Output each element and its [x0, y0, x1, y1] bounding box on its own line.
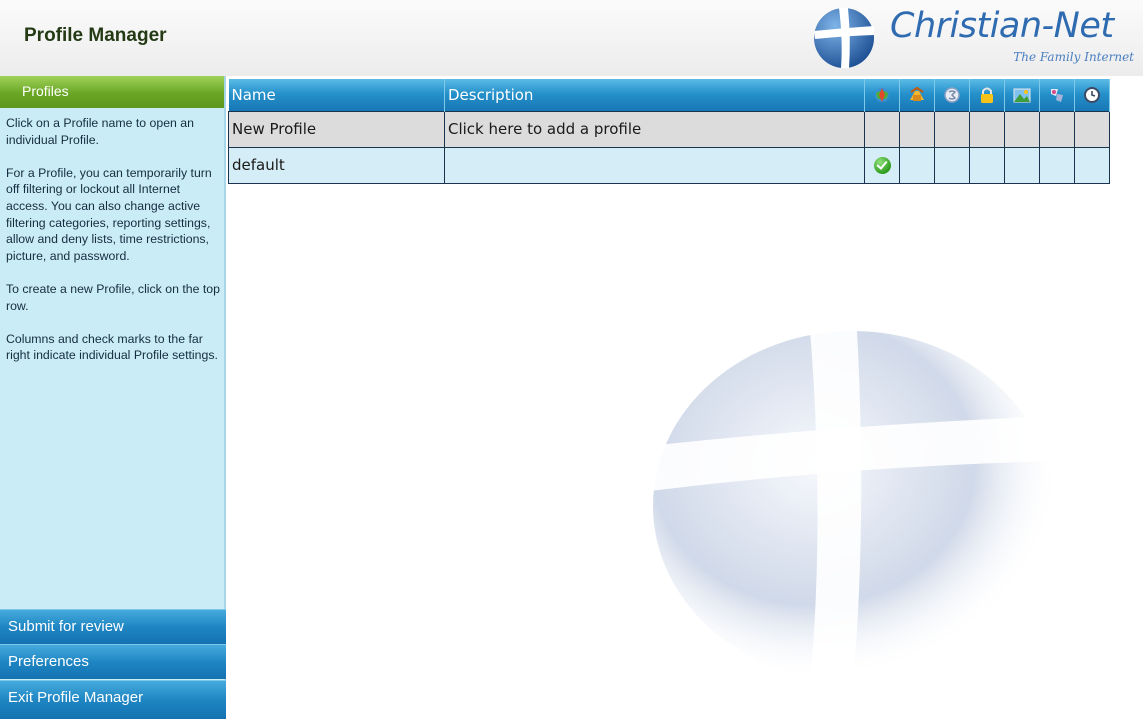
- profile-name-cell[interactable]: default: [228, 146, 445, 184]
- table-row-new-profile[interactable]: New Profile Click here to add a profile: [228, 110, 1110, 148]
- picture-icon: [1013, 88, 1031, 103]
- column-header-categories[interactable]: [899, 79, 935, 111]
- app-header: Profile Manager Christian-Net The Family…: [0, 0, 1143, 76]
- setting-cell: [1004, 110, 1040, 148]
- setting-cell: [1039, 146, 1075, 184]
- column-header-lockout[interactable]: [969, 79, 1005, 111]
- help-text: Click on a Profile name to open an indiv…: [0, 108, 224, 364]
- table-header-row: Name Description: [228, 79, 1110, 111]
- column-header-description[interactable]: Description: [444, 79, 865, 111]
- logo-name: Christian-Net: [890, 6, 1114, 46]
- column-header-name[interactable]: Name: [228, 79, 445, 111]
- column-header-picture[interactable]: [1004, 79, 1040, 111]
- preferences-button[interactable]: Preferences: [0, 644, 226, 679]
- setting-cell: [1074, 146, 1110, 184]
- app-title: Profile Manager: [24, 25, 167, 46]
- column-header-lists[interactable]: [1039, 79, 1075, 111]
- filter-toggle-icon: [875, 88, 889, 102]
- setting-cell: [1039, 110, 1075, 148]
- logo-tagline: The Family Internet: [1013, 50, 1134, 64]
- setting-cell: [899, 146, 935, 184]
- categories-icon: [910, 86, 924, 101]
- cross-globe-icon: [814, 8, 874, 68]
- help-paragraph: Click on a Profile name to open an indiv…: [6, 116, 194, 147]
- setting-cell: [969, 146, 1005, 184]
- lock-icon: [981, 87, 993, 103]
- column-header-reporting[interactable]: [934, 79, 970, 111]
- setting-cell: [1004, 146, 1040, 184]
- christian-net-logo: Christian-Net The Family Internet: [810, 4, 1140, 74]
- profile-description-cell[interactable]: Click here to add a profile: [444, 110, 865, 148]
- help-paragraph: Columns and check marks to the far right…: [6, 331, 218, 363]
- main-panel: Name Description New Profile Click here …: [228, 76, 1143, 719]
- column-header-time[interactable]: [1074, 79, 1110, 111]
- setting-cell: [864, 146, 900, 184]
- help-paragraph: To create a new Profile, click on the to…: [6, 281, 220, 313]
- setting-cell: [969, 110, 1005, 148]
- reporting-icon: [944, 87, 960, 103]
- submit-for-review-button[interactable]: Submit for review: [0, 609, 226, 644]
- setting-cell: [934, 146, 970, 184]
- lists-icon: [1051, 89, 1063, 102]
- setting-cell: [1074, 110, 1110, 148]
- clock-icon: [1084, 87, 1100, 103]
- check-mark-icon: [873, 157, 891, 174]
- column-header-filter[interactable]: [864, 79, 900, 111]
- sidebar: Profiles Click on a Profile name to open…: [0, 76, 226, 719]
- sidebar-header-profiles: Profiles: [0, 76, 224, 108]
- profile-description-cell[interactable]: [444, 146, 865, 184]
- setting-cell: [899, 110, 935, 148]
- help-paragraph: For a Profile, you can temporarily turn …: [6, 165, 212, 263]
- setting-cell: [864, 110, 900, 148]
- cross-globe-watermark: [648, 256, 1058, 686]
- exit-profile-manager-button[interactable]: Exit Profile Manager: [0, 680, 226, 719]
- profiles-table: Name Description New Profile Click here …: [228, 79, 1110, 184]
- table-row-default[interactable]: default: [228, 146, 1110, 184]
- profile-name-cell[interactable]: New Profile: [228, 110, 445, 148]
- setting-cell: [934, 110, 970, 148]
